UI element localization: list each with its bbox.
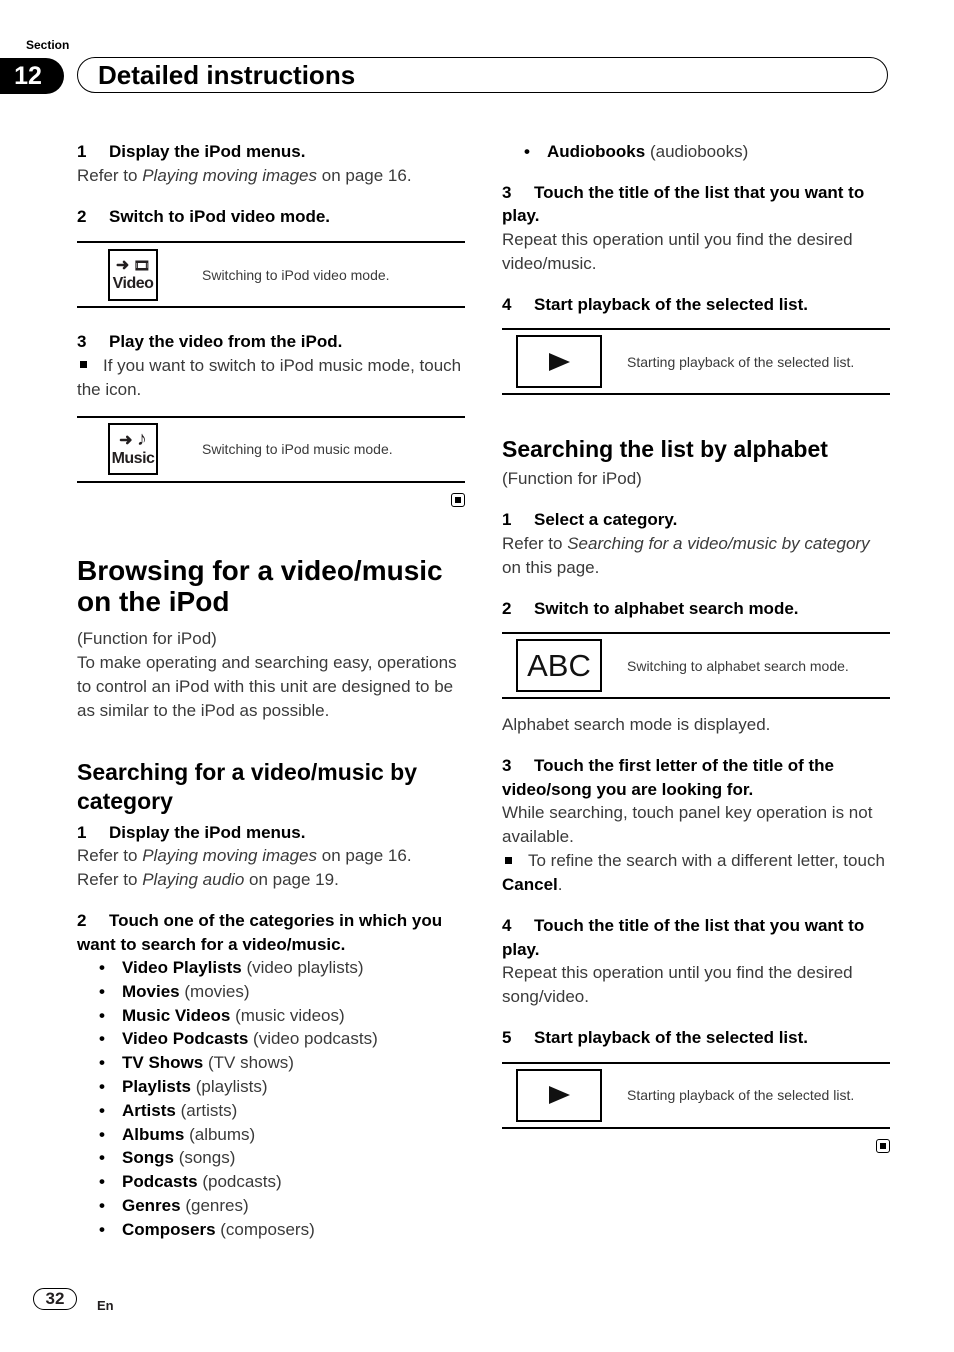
alphabet-step-5: 5 Start playback of the selected list. <box>502 1028 808 1048</box>
list-item: Music Videos (music videos) <box>99 1004 465 1028</box>
left-column: 1 Display the iPod menus. Refer to Playin… <box>77 140 465 1242</box>
music-note-icon: ♪ <box>136 428 147 450</box>
step-3-body: Repeat this operation until you find the… <box>502 229 853 273</box>
list-item: Video Playlists (video playlists) <box>99 956 465 980</box>
category-list-continued: Audiobooks (audiobooks) <box>502 140 890 164</box>
alphabet-function: (Function for iPod) <box>502 469 642 489</box>
video-mode-button[interactable]: ➜ 🎞 Video <box>108 248 158 301</box>
play-button[interactable] <box>516 335 602 389</box>
alphabet-heading: Searching the list by alphabet <box>502 436 828 463</box>
list-item: Movies (movies) <box>99 980 465 1004</box>
note-bullet-icon <box>80 361 87 369</box>
right-column: Audiobooks (audiobooks) 3Touch the title… <box>502 140 890 1153</box>
play-button[interactable] <box>516 1068 602 1122</box>
browse-heading: Browsing for a video/music on the iPod <box>77 554 443 617</box>
abc-row: ABC Switching to alphabet search mode. <box>502 632 890 700</box>
music-label: Music <box>111 450 155 467</box>
note-bullet-icon <box>505 856 512 864</box>
language-label: En <box>97 1298 114 1313</box>
film-icon: 🎞 <box>133 257 151 273</box>
alphabet-step-1: 1 Select a category. <box>502 510 678 530</box>
category-step-1: 1 Display the iPod menus. <box>77 822 306 842</box>
reference-link: Playing audio <box>142 870 245 889</box>
alphabet-step-4-body: Repeat this operation until you find the… <box>502 963 853 1007</box>
abc-button[interactable]: ABC <box>516 639 602 693</box>
video-label: Video <box>112 274 154 292</box>
alphabet-step-3: 3 Touch the first letter of the title of … <box>502 756 835 799</box>
list-item: Podcasts (podcasts) <box>99 1170 465 1194</box>
step-2: 2 Switch to iPod video mode. <box>77 206 331 226</box>
music-mode-button[interactable]: ➜ ♪ Music <box>108 423 158 475</box>
category-step-2: 2 Touch one of the categories in which yo… <box>77 911 443 954</box>
play-row-2: Starting playback of the selected list. <box>502 1061 890 1129</box>
step-1-reference: Refer to Playing moving images on page 1… <box>77 165 412 185</box>
play-caption: Starting playback of the selected list. <box>627 353 855 370</box>
play-icon <box>548 1086 570 1105</box>
step-3: 3 Play the video from the iPod. <box>77 332 343 351</box>
list-item: Audiobooks (audiobooks) <box>524 140 890 164</box>
section-title: Detailed instructions <box>98 60 356 90</box>
arrow-right-icon: ➜ <box>115 256 130 274</box>
list-item: Albums (albums) <box>99 1123 465 1147</box>
end-of-section-icon <box>451 492 465 507</box>
category-step-1-ref2: Refer to Playing audio on page 19. <box>77 870 339 889</box>
alphabet-step-2: 2 Switch to alphabet search mode. <box>502 598 799 618</box>
reference-link: Playing moving images <box>142 846 318 865</box>
list-item: Composers (composers) <box>99 1218 465 1242</box>
list-item: Artists (artists) <box>99 1099 465 1123</box>
alphabet-step-1-ref: Refer to Searching for a video/music by … <box>502 533 870 577</box>
video-mode-row: ➜ 🎞 Video Switching to iPod video mode. <box>77 241 465 308</box>
video-mode-caption: Switching to iPod video mode. <box>202 266 390 283</box>
step-4: 4 Start playback of the selected list. <box>502 294 808 314</box>
play-caption: Starting playback of the selected list. <box>627 1087 855 1104</box>
alphabet-step-3-note: To refine the search with a different le… <box>502 851 885 895</box>
browse-function: (Function for iPod) <box>77 628 217 648</box>
arrow-right-icon: ➜ <box>119 432 133 449</box>
music-mode-caption: Switching to iPod music mode. <box>202 441 393 457</box>
page-number: 32 <box>33 1288 77 1310</box>
category-step-1-ref1: Refer to Playing moving images on page 1… <box>77 846 412 865</box>
mode-displayed: Alphabet search mode is displayed. <box>502 715 771 735</box>
step-3: 3 Touch the title of the list that you wa… <box>502 182 865 226</box>
list-item: Playlists (playlists) <box>99 1075 465 1099</box>
step-1: 1 Display the iPod menus. <box>77 142 306 161</box>
list-item: TV Shows (TV shows) <box>99 1051 465 1075</box>
browse-intro: To make operating and searching easy, op… <box>77 652 457 720</box>
play-icon <box>548 352 570 371</box>
abc-caption: Switching to alphabet search mode. <box>627 657 849 674</box>
section-number-badge: 12 <box>0 58 64 94</box>
list-item: Songs (songs) <box>99 1146 465 1170</box>
list-item: Genres (genres) <box>99 1194 465 1218</box>
alphabet-step-3-body: While searching, touch panel key operati… <box>502 803 873 847</box>
end-of-section-icon <box>876 1138 890 1153</box>
category-list: Video Playlists (video playlists) Movies… <box>77 956 465 1242</box>
play-row-1: Starting playback of the selected list. <box>502 328 890 396</box>
section-label: Section <box>26 38 70 52</box>
reference-link: Searching for a video/music by category <box>567 533 870 553</box>
category-heading: Searching for a video/music by category <box>77 758 417 814</box>
music-mode-row: ➜ ♪ Music Switching to iPod music mode. <box>77 415 465 483</box>
alphabet-step-4: 4 Touch the title of the list that you wa… <box>502 916 865 959</box>
reference-link: Playing moving images <box>142 165 318 185</box>
list-item: Video Podcasts (video podcasts) <box>99 1027 465 1051</box>
step-3-note: If you want to switch to iPod music mode… <box>77 355 462 399</box>
